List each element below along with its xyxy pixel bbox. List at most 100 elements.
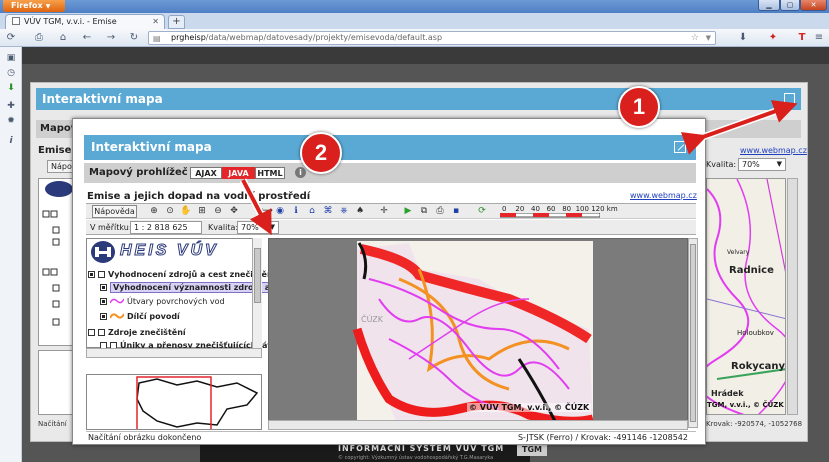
checkbox[interactable] [100, 284, 107, 291]
zoom-previous-icon[interactable]: ⊙ [164, 205, 176, 217]
close-tab-icon[interactable]: ✕ [152, 15, 159, 29]
background-webmap-link[interactable]: www.webmap.cz [740, 146, 807, 155]
quality-label: Kvalita: [208, 223, 239, 232]
legend-item-sub-basins[interactable]: Dílčí povodí [100, 312, 180, 321]
popup-header: Interaktivní mapa [84, 135, 696, 160]
legend-group-sources[interactable]: Zdroje znečištění [88, 328, 186, 337]
map-canvas[interactable]: ČÚZK © VÚV TGM, v.v.i., © ČÚZK [268, 238, 688, 428]
background-map-scrollbar[interactable] [787, 178, 798, 415]
save-icon[interactable]: ▪ [450, 205, 462, 217]
expand-toggle[interactable] [98, 271, 105, 278]
zoom-to-extent-icon[interactable]: ⊕ [148, 205, 160, 217]
info-icon[interactable]: i [295, 167, 306, 178]
buffer-icon[interactable]: ⎈ [338, 205, 350, 217]
fullscreen-toggle-icon[interactable] [674, 141, 686, 153]
checkbox[interactable] [100, 298, 107, 305]
menu-icon[interactable]: ≡ [812, 30, 826, 45]
quality-value: 70% [241, 223, 259, 232]
move-icon[interactable]: ✥ [228, 205, 240, 217]
search-binoculars-icon[interactable]: ♠ [354, 205, 366, 217]
legend-label: Vyhodnocení zdrojů a cest znečištění v p [108, 270, 292, 279]
sync-icon[interactable]: ⟳ [4, 30, 18, 45]
quality-select[interactable]: 70% ▼ [237, 221, 279, 234]
site-identity-icon[interactable]: ▤ ◉ [153, 33, 167, 55]
url-history-dropdown-icon[interactable]: ▼ [706, 32, 711, 44]
place-label: Hrádek [711, 389, 744, 398]
measure-icon[interactable]: ⟷ [260, 205, 273, 217]
legend-scrollbar[interactable] [252, 238, 262, 348]
status-text: Načítání obrázku dokončeno [88, 433, 202, 442]
puzzle-icon[interactable]: ✚ [5, 100, 17, 112]
checkbox[interactable] [88, 329, 95, 336]
popup-header-title: Interaktivní mapa [91, 140, 212, 154]
checkbox[interactable] [88, 271, 95, 278]
sidebar-panel-icon[interactable]: ▣ [5, 52, 17, 64]
identify-icon[interactable]: ◉ [274, 205, 286, 217]
webmap-link[interactable]: www.webmap.cz [630, 191, 697, 200]
select-area-icon[interactable]: ⌘ [322, 205, 334, 217]
mode-java-button[interactable]: JAVA [222, 167, 255, 179]
background-quality-select[interactable]: 70% ▼ [738, 158, 786, 171]
scrollbar-thumb[interactable] [254, 248, 261, 303]
url-path: /data/webmap/datovesady/projekty/emisevo… [205, 33, 443, 42]
info-icon[interactable]: i [5, 135, 17, 147]
addon-icon[interactable]: ⬇ [736, 30, 750, 45]
expand-toggle[interactable] [98, 329, 105, 336]
translate-icon[interactable]: T [795, 30, 809, 45]
zoom-out-icon[interactable]: ⊖ [212, 205, 224, 217]
checkbox[interactable] [100, 313, 107, 320]
scale-tick: 100 [575, 205, 589, 213]
refresh-map-icon[interactable]: ⟳ [476, 205, 488, 217]
close-window-button[interactable]: ✕ [800, 0, 827, 11]
legend-horizontal-scrollbar[interactable] [86, 348, 262, 358]
forward-icon[interactable]: → [104, 30, 118, 45]
scale-tick: 60 [546, 205, 556, 213]
copy-icon[interactable]: ⧉ [418, 205, 430, 217]
background-status-left: Načítání [38, 420, 67, 428]
flag-icon[interactable]: ▶ [402, 205, 414, 217]
place-label: Holoubkov [737, 329, 774, 337]
map-watermark: ČÚZK [361, 315, 384, 324]
print-map-icon[interactable]: ⎙ [434, 205, 446, 217]
zoom-in-box-icon[interactable]: ⊞ [196, 205, 208, 217]
select-icon[interactable]: ⌂ [306, 205, 318, 217]
print-icon[interactable]: ⎙ [32, 30, 46, 45]
footer-subtext: © copyright: Výzkumný ústav vodohospodář… [338, 455, 494, 461]
settings-icon[interactable]: ✹ [5, 115, 17, 127]
extension-icon[interactable]: ✦ [766, 30, 780, 45]
info-tool-icon[interactable]: ℹ [290, 205, 302, 217]
legend-label: Dílčí povodí [127, 312, 180, 321]
browser-tab[interactable]: VÚV TGM, v.v.i. - Emise ✕ [5, 14, 165, 30]
map-horizontal-scrollbar[interactable] [268, 420, 688, 430]
scrollbar-thumb[interactable] [690, 244, 696, 422]
overview-map[interactable] [86, 374, 262, 430]
footer-logo: TGM [517, 444, 547, 456]
minimize-button[interactable]: ▁ [758, 0, 780, 11]
pan-arrows-icon[interactable]: ✛ [378, 205, 390, 217]
map-vertical-scrollbar[interactable] [688, 238, 698, 428]
help-button[interactable]: Nápověda [92, 205, 137, 218]
scale-input[interactable]: 1 : 2 818 625 [130, 221, 202, 234]
background-quality-label: Kvalita: [706, 160, 737, 169]
home-icon[interactable]: ⌂ [56, 30, 70, 45]
page-favicon-icon [12, 17, 20, 25]
pan-hand-icon[interactable]: ✋ [180, 205, 192, 217]
back-icon[interactable]: ← [80, 30, 94, 45]
mode-html-button[interactable]: HTML [255, 167, 285, 179]
firefox-menu-button[interactable]: Firefox ▼ [3, 0, 65, 12]
history-icon[interactable]: ◷ [5, 67, 17, 79]
maximize-button[interactable]: ▢ [780, 0, 800, 11]
fullscreen-icon[interactable] [784, 93, 795, 104]
legend-item-surface-waters[interactable]: Útvary povrchových vod [100, 297, 225, 306]
background-quality-value: 70% [742, 160, 760, 169]
bookmark-star-icon[interactable]: ☆ [691, 32, 699, 44]
mode-ajax-button[interactable]: AJAX [190, 167, 222, 179]
background-map-image[interactable]: Velvary Radnice Holoubkov Rokycany Hráde… [706, 178, 786, 415]
url-host: prgheisp [171, 33, 206, 42]
background-title: Emise [38, 145, 72, 156]
address-bar[interactable]: ▤ ◉ prgheisp/data/webmap/datovesady/proje… [148, 31, 716, 55]
background-help-button[interactable]: Nápov [47, 160, 77, 173]
new-tab-button[interactable]: + [168, 15, 185, 29]
download-icon[interactable]: ⬇ [5, 82, 17, 94]
reload-icon[interactable]: ↻ [127, 30, 141, 45]
